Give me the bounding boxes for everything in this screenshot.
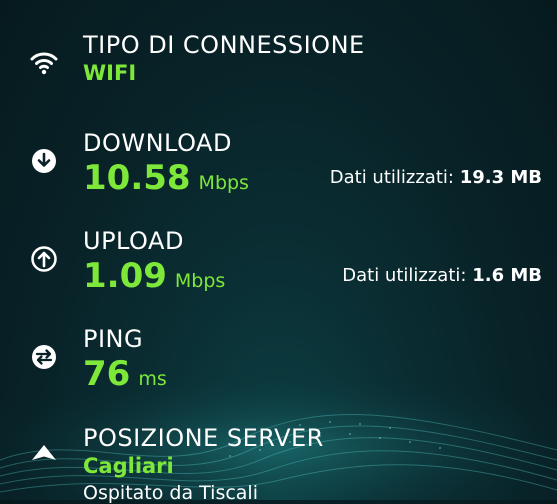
download-label: DOWNLOAD <box>83 129 232 157</box>
ping-value-line: 76 ms <box>83 354 167 394</box>
wifi-icon <box>30 52 58 75</box>
download-unit: Mbps <box>198 172 249 194</box>
ping-icon <box>32 345 56 369</box>
server-location-label: POSIZIONE SERVER <box>83 424 324 452</box>
ping-unit: ms <box>138 368 167 390</box>
upload-label: UPLOAD <box>83 227 184 255</box>
download-data-used: Dati utilizzati: 19.3 MB <box>330 167 542 188</box>
location-triangle-icon <box>32 445 56 460</box>
server-host: Ospitato da Tiscali <box>83 482 258 504</box>
upload-data-used-label: Dati utilizzati: <box>342 265 467 286</box>
download-arrow-icon <box>32 149 56 173</box>
download-value-line: 10.58 Mbps <box>83 158 249 198</box>
server-city: Cagliari <box>83 454 174 478</box>
upload-value: 1.09 <box>83 256 167 296</box>
upload-arrow-icon <box>31 246 57 272</box>
download-data-used-label: Dati utilizzati: <box>329 167 454 188</box>
connection-type-label: TIPO DI CONNESSIONE <box>83 31 365 59</box>
download-value: 10.58 <box>83 158 191 198</box>
upload-data-used: Dati utilizzati: 1.6 MB <box>342 265 542 286</box>
upload-unit: Mbps <box>174 270 226 292</box>
upload-value-line: 1.09 Mbps <box>83 256 225 296</box>
ping-value: 76 <box>83 354 131 394</box>
ping-label: PING <box>83 325 144 353</box>
download-data-used-value: 19.3 MB <box>459 167 542 188</box>
upload-data-used-value: 1.6 MB <box>472 265 542 286</box>
connection-type-value: WIFI <box>83 61 137 85</box>
